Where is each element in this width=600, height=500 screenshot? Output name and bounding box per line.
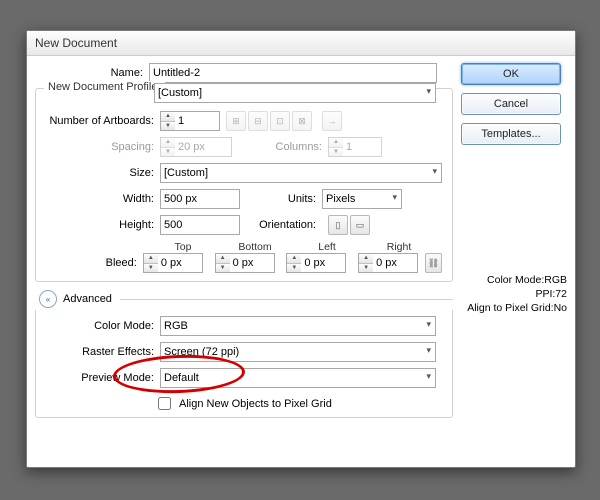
templates-button[interactable]: Templates... (461, 123, 561, 145)
profile-group: New Document Profile: [Custom] Number of… (35, 88, 453, 282)
spacing-label: Spacing: (46, 141, 160, 153)
bleed-top-label: Top (154, 241, 212, 253)
landscape-icon[interactable]: ▭ (350, 215, 370, 235)
columns-spinner: ▲▼ (328, 137, 382, 157)
grid-by-row-icon: ⊞ (226, 111, 246, 131)
bleed-bottom-input[interactable] (230, 253, 275, 273)
bleed-top-input[interactable] (158, 253, 203, 273)
width-label: Width: (46, 193, 160, 205)
info-ppi: PPI:72 (461, 287, 567, 301)
info-colormode: Color Mode:RGB (461, 273, 567, 287)
advanced-toggle-icon[interactable]: « (39, 290, 57, 308)
columns-input (343, 137, 382, 157)
ltr-icon: → (322, 111, 342, 131)
units-select[interactable]: Pixels (322, 189, 402, 209)
height-input[interactable] (160, 215, 240, 235)
advanced-label: Advanced (63, 293, 112, 305)
align-grid-checkbox[interactable] (158, 397, 171, 410)
spacing-input (175, 137, 232, 157)
preview-label: Preview Mode: (46, 372, 160, 384)
name-label: Name: (35, 67, 149, 79)
ok-button[interactable]: OK (461, 63, 561, 85)
bleed-left-spinner[interactable]: ▲▼ (286, 253, 346, 273)
bleed-right-spinner[interactable]: ▲▼ (358, 253, 418, 273)
bleed-left-label: Left (298, 241, 356, 253)
bleed-right-label: Right (370, 241, 428, 253)
col-icon: ⊠ (292, 111, 312, 131)
spacing-spinner: ▲▼ (160, 137, 232, 157)
bleed-left-input[interactable] (301, 253, 346, 273)
info-panel: Color Mode:RGB PPI:72 Align to Pixel Gri… (461, 273, 567, 315)
raster-label: Raster Effects: (46, 346, 160, 358)
row-icon: ⊡ (270, 111, 290, 131)
profile-legend: New Document Profile: (44, 81, 165, 93)
bleed-label: Bleed: (46, 257, 143, 269)
window-title: New Document (35, 36, 117, 50)
new-document-dialog: New Document OK Cancel Templates... Colo… (26, 30, 576, 468)
artboards-input[interactable] (175, 111, 220, 131)
units-label: Units: (240, 193, 322, 205)
height-label: Height: (46, 219, 160, 231)
columns-label: Columns: (232, 141, 328, 153)
colormode-select[interactable]: RGB (160, 316, 436, 336)
bleed-bottom-label: Bottom (226, 241, 284, 253)
profile-select[interactable]: [Custom] (154, 83, 436, 103)
preview-select[interactable]: Default (160, 368, 436, 388)
cancel-button[interactable]: Cancel (461, 93, 561, 115)
portrait-icon[interactable]: ▯ (328, 215, 348, 235)
bleed-top-spinner[interactable]: ▲▼ (143, 253, 203, 273)
title-bar: New Document (27, 31, 575, 56)
bleed-right-input[interactable] (373, 253, 418, 273)
width-input[interactable] (160, 189, 240, 209)
grid-by-col-icon: ⊟ (248, 111, 268, 131)
name-input[interactable] (149, 63, 437, 83)
info-align: Align to Pixel Grid:No (461, 301, 567, 315)
orientation-label: Orientation: (240, 219, 322, 231)
size-label: Size: (46, 167, 160, 179)
align-grid-label: Align New Objects to Pixel Grid (179, 398, 332, 410)
bleed-bottom-spinner[interactable]: ▲▼ (215, 253, 275, 273)
link-bleed-icon[interactable]: ⛓ (425, 253, 442, 273)
artboards-label: Number of Artboards: (46, 115, 160, 127)
size-select[interactable]: [Custom] (160, 163, 442, 183)
raster-select[interactable]: Screen (72 ppi) (160, 342, 436, 362)
divider (120, 299, 453, 300)
colormode-label: Color Mode: (46, 320, 160, 332)
artboards-spinner[interactable]: ▲▼ (160, 111, 220, 131)
